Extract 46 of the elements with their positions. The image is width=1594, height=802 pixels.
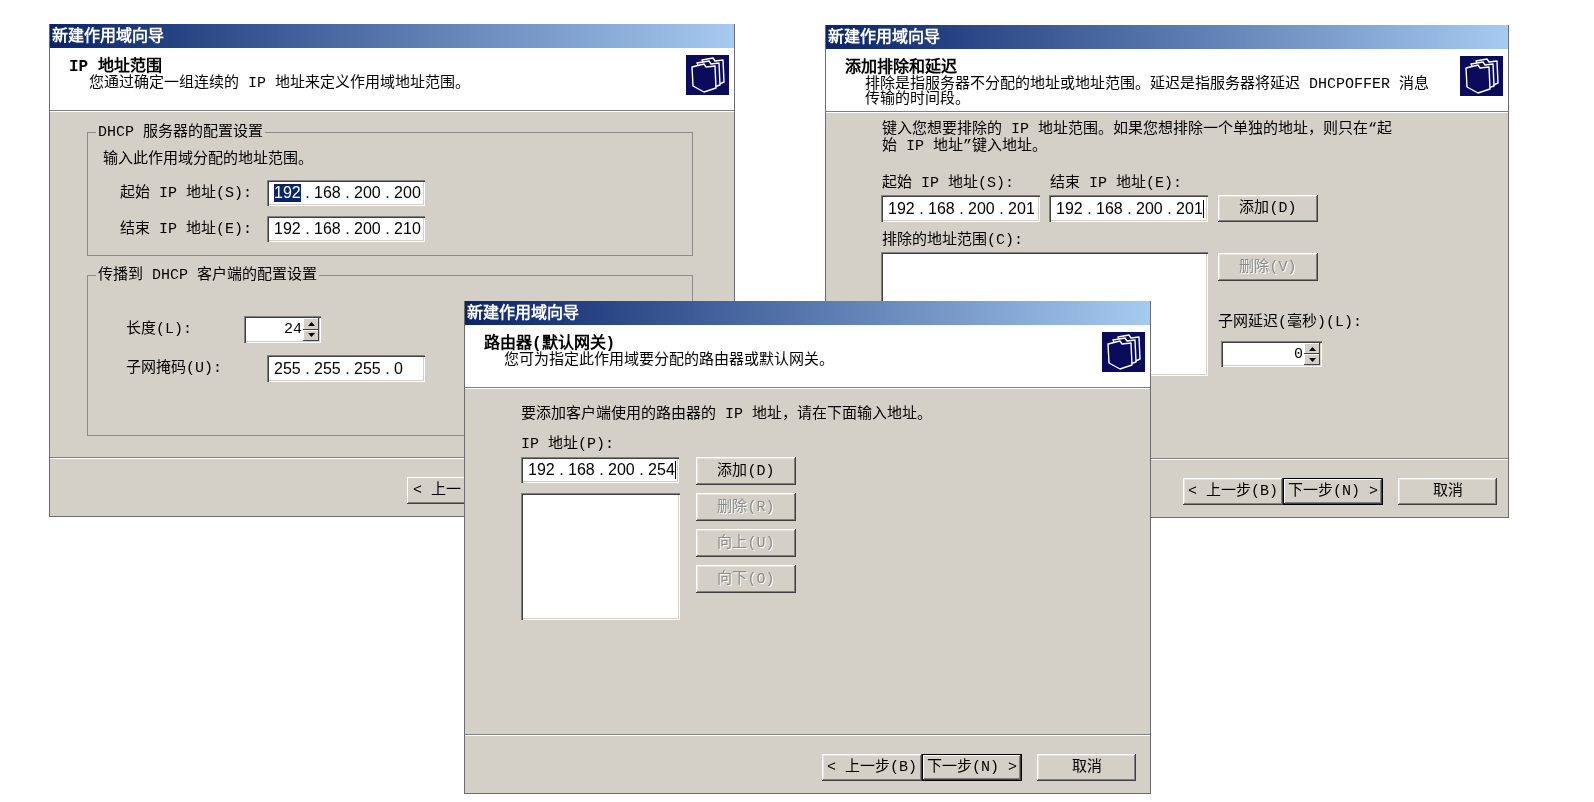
ip-address-field[interactable]: 255 . 255 . 255 . 0 xyxy=(267,355,425,382)
field-label: 子网掩码(U): xyxy=(126,360,222,377)
back-button[interactable]: < 上一步(B) xyxy=(1183,478,1283,505)
ip-address-field[interactable]: 192 . 168 . 200 . 201 xyxy=(881,195,1040,222)
page-description: 您可为指定此作用域要分配的路由器或默认网关。 xyxy=(504,353,834,368)
add-button[interactable]: 添加(D) xyxy=(1218,195,1318,222)
number-spin-box[interactable]: 24 xyxy=(244,316,321,343)
field-label: 排除的地址范围(C): xyxy=(882,232,1023,249)
field-label: 子网延迟(毫秒)(L): xyxy=(1218,314,1362,331)
ip-address-field[interactable]: 192 . 168 . 200 . 254 xyxy=(521,457,679,483)
cancel-button[interactable]: 取消 xyxy=(1398,478,1497,505)
field-label: IP 地址(P): xyxy=(521,436,614,453)
triangle-down-icon xyxy=(307,333,315,338)
field-label: 起始 IP 地址(S): xyxy=(120,184,252,202)
ip-address-field[interactable]: 192 . 168 . 200 . 200 xyxy=(267,180,425,206)
field-label: 结束 IP 地址(E): xyxy=(1050,175,1182,192)
folders-icon xyxy=(686,55,729,95)
next-button[interactable]: 下一步(N) > xyxy=(1283,478,1383,505)
field-label: 长度(L): xyxy=(126,321,192,338)
ip-address-field[interactable]: 192 . 168 . 200 . 210 xyxy=(267,216,425,242)
window-title: 新建作用域向导 xyxy=(467,304,579,322)
triangle-up-icon xyxy=(307,321,315,326)
instruction-text: 键入您想要排除的 IP 地址范围。如果您想排除一个单独的地址，则只在“起始 IP 地址”键入地址。 xyxy=(882,121,1393,155)
triangle-up-icon xyxy=(1308,346,1316,351)
next-button[interactable]: 下一步(N) > xyxy=(922,754,1022,781)
triangle-down-icon xyxy=(1308,357,1316,362)
window-title: 新建作用域向导 xyxy=(828,28,940,46)
spin-down-button[interactable] xyxy=(1304,354,1320,365)
folders-icon xyxy=(1460,56,1503,96)
back-button[interactable]: < 上一步(B) xyxy=(822,754,922,781)
cancel-button[interactable]: 取消 xyxy=(1037,754,1136,781)
folders-icon xyxy=(1102,332,1145,372)
spin-up-button[interactable] xyxy=(1304,343,1320,354)
group-title: DHCP 服务器的配置设置 xyxy=(97,124,264,141)
field-label: 结束 IP 地址(E): xyxy=(120,220,252,238)
window-title: 新建作用域向导 xyxy=(52,27,164,45)
instruction-text: 输入此作用域分配的地址范围。 xyxy=(103,151,313,168)
field-label: 起始 IP 地址(S): xyxy=(882,175,1014,192)
back-button[interactable]: < 上一 xyxy=(407,477,464,504)
instruction-text: 要添加客户端使用的路由器的 IP 地址，请在下面输入地址。 xyxy=(521,406,932,423)
spin-up-button[interactable] xyxy=(303,318,319,330)
add-button[interactable]: 添加(D) xyxy=(696,457,796,485)
group-title: 传播到 DHCP 客户端的配置设置 xyxy=(97,267,318,284)
number-spin-box[interactable]: 0 xyxy=(1221,341,1322,367)
ip-address-field[interactable]: 192 . 168 . 200 . 201 xyxy=(1049,195,1208,222)
address-list[interactable] xyxy=(521,493,680,620)
